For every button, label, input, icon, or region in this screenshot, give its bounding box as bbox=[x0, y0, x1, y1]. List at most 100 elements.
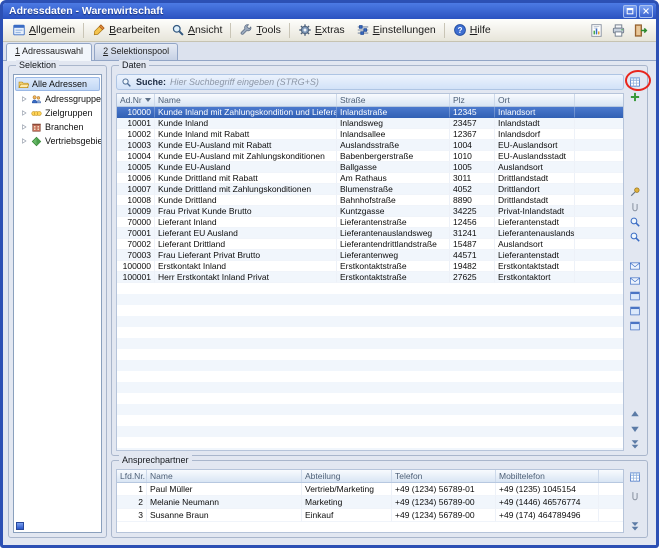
column-header-abteilung[interactable]: Abteilung bbox=[302, 470, 392, 482]
cell-strasse: Lieferantenweg bbox=[337, 250, 450, 261]
menu-item-label: Extras bbox=[315, 24, 345, 36]
strip-button-double-down-icon[interactable] bbox=[628, 437, 642, 450]
titlebar[interactable]: Adressdaten - Warenwirtschaft bbox=[3, 3, 656, 19]
address-row[interactable]: 70002Lieferant DrittlandLieferantendritt… bbox=[117, 239, 623, 250]
address-row[interactable]: 70003Frau Lieferant Privat BruttoLiefera… bbox=[117, 250, 623, 261]
address-row[interactable]: 70000Lieferant InlandLieferantenstraße12… bbox=[117, 217, 623, 228]
cell-plz: 12456 bbox=[450, 217, 495, 228]
address-row[interactable]: 10005Kunde EU-AuslandBallgasse1005Auslan… bbox=[117, 162, 623, 173]
column-header-plz[interactable]: Plz bbox=[450, 94, 495, 106]
strip-button-pin-icon[interactable] bbox=[628, 185, 642, 198]
cell-filler bbox=[575, 118, 623, 129]
strip-button-zoom-icon[interactable] bbox=[628, 215, 642, 228]
menu-item-label: Ansicht bbox=[188, 24, 222, 36]
address-row[interactable]: 10008Kunde DrittlandBahnhofstraße8890Dri… bbox=[117, 195, 623, 206]
address-row[interactable]: 100000Erstkontakt InlandErstkontaktstraß… bbox=[117, 261, 623, 272]
grid-icon bbox=[629, 76, 641, 88]
contact-row[interactable]: 3Susanne BraunEinkauf+49 (1234) 56789-00… bbox=[117, 509, 623, 522]
report-icon bbox=[589, 23, 604, 38]
menu-item-tools[interactable]: Tools bbox=[234, 21, 286, 39]
address-row[interactable]: 10003Kunde EU-Ausland mit RabattAuslands… bbox=[117, 140, 623, 151]
menu-item-extras[interactable]: Extras bbox=[293, 21, 350, 39]
address-row[interactable]: 100001Herr Erstkontakt Inland PrivatErst… bbox=[117, 272, 623, 283]
selection-panel-title: Selektion bbox=[16, 60, 59, 71]
strip-button-mail-icon[interactable] bbox=[628, 274, 642, 287]
address-row[interactable]: 10001Kunde InlandInlandsweg23457Inlandst… bbox=[117, 118, 623, 129]
strip-button-up-icon[interactable] bbox=[628, 407, 642, 420]
strip-button-add-icon[interactable] bbox=[628, 90, 642, 103]
address-row[interactable]: 10009Frau Privat Kunde BruttoKuntzgasse3… bbox=[117, 206, 623, 217]
strip-button-zoom-icon[interactable] bbox=[628, 230, 642, 243]
address-row[interactable]: 10006Kunde Drittland mit RabattAm Rathau… bbox=[117, 173, 623, 184]
column-header-ad-nr[interactable]: Ad.Nr bbox=[117, 94, 155, 106]
address-row[interactable]: 10002Kunde Inland mit RabattInlandsallee… bbox=[117, 129, 623, 140]
strip-button-grid-icon[interactable] bbox=[628, 75, 642, 88]
column-header-name[interactable]: Name bbox=[155, 94, 337, 106]
window-restore-button[interactable] bbox=[623, 5, 637, 18]
contact-row[interactable]: 1Paul MüllerVertrieb/Marketing+49 (1234)… bbox=[117, 483, 623, 496]
column-header-name[interactable]: Name bbox=[147, 470, 302, 482]
menu-item-hilfe[interactable]: ?Hilfe bbox=[448, 21, 496, 39]
toolbar-button-print-icon[interactable] bbox=[609, 21, 628, 40]
mail-icon bbox=[629, 260, 641, 272]
cell-plz: 31241 bbox=[450, 228, 495, 239]
tree-grip bbox=[16, 522, 24, 530]
up-icon bbox=[629, 408, 641, 420]
cell-abteilung: Vertrieb/Marketing bbox=[302, 483, 392, 496]
mail-icon bbox=[629, 275, 641, 287]
window-close-button[interactable] bbox=[639, 5, 653, 18]
cell-name: Kunde EU-Ausland mit Zahlungskonditionen bbox=[155, 151, 337, 162]
menu-item-einstellungen[interactable]: Einstellungen bbox=[351, 21, 441, 39]
column-header-stra-e[interactable]: Straße bbox=[337, 94, 450, 106]
cell-nr: 1 bbox=[117, 483, 147, 496]
tree-item-vertriebsgebiete[interactable]: Vertriebsgebiete bbox=[14, 134, 101, 148]
window-icon bbox=[629, 320, 641, 332]
cell-ort: Lieferantenstadt bbox=[495, 217, 575, 228]
address-row[interactable]: 10004Kunde EU-Ausland mit Zahlungskondit… bbox=[117, 151, 623, 162]
strip-button-grid-icon[interactable] bbox=[628, 470, 642, 483]
contact-row[interactable]: 2Melanie NeumannMarketing+49 (1234) 5678… bbox=[117, 496, 623, 509]
strip-button-window-icon[interactable] bbox=[628, 319, 642, 332]
tree-item-branchen[interactable]: Branchen bbox=[14, 120, 101, 134]
strip-button-down-icon[interactable] bbox=[628, 422, 642, 435]
menu-item-allgemein[interactable]: Allgemein bbox=[7, 21, 80, 39]
data-panel: Daten Suche: Hier Suchbegriff eingeben (… bbox=[111, 65, 648, 456]
tree-item-zielgruppen[interactable]: Zielgruppen bbox=[14, 106, 101, 120]
form-icon bbox=[12, 23, 26, 37]
strip-button-window-icon[interactable] bbox=[628, 304, 642, 317]
cell-name: Lieferant Inland bbox=[155, 217, 337, 228]
address-row[interactable]: 10000Kunde Inland mit Zahlungskondition … bbox=[117, 107, 623, 118]
strip-button-mail-icon[interactable] bbox=[628, 259, 642, 272]
cell-ort: Erstkontaktort bbox=[495, 272, 575, 283]
contacts-left-column: Lfd.Nr.NameAbteilungTelefonMobiltelefon … bbox=[116, 469, 624, 533]
cell-telefon: +49 (1234) 56789-00 bbox=[392, 509, 496, 522]
column-header-telefon[interactable]: Telefon bbox=[392, 470, 496, 482]
address-row[interactable]: 10007Kunde Drittland mit Zahlungskonditi… bbox=[117, 184, 623, 195]
strip-button-double-down-icon[interactable] bbox=[628, 519, 642, 532]
tab-1-adressauswahl[interactable]: 1 Adressauswahl bbox=[6, 43, 92, 61]
tree-children: AdressgruppenZielgruppenBranchenVertrieb… bbox=[14, 92, 101, 148]
menu-item-ansicht[interactable]: Ansicht bbox=[166, 21, 227, 39]
toolbar-button-exit-icon[interactable] bbox=[631, 21, 650, 40]
column-header-mobiltelefon[interactable]: Mobiltelefon bbox=[496, 470, 599, 482]
column-header-label: Abteilung bbox=[305, 471, 340, 481]
search-input[interactable]: Suche: Hier Suchbegriff eingeben (STRG+S… bbox=[116, 74, 624, 90]
tree-item-adressgruppen[interactable]: Adressgruppen bbox=[14, 92, 101, 106]
data-zone: Suche: Hier Suchbegriff eingeben (STRG+S… bbox=[116, 74, 643, 451]
strip-button-clip-icon[interactable] bbox=[628, 489, 642, 502]
column-header-ort[interactable]: Ort bbox=[495, 94, 575, 106]
tab-2-selektionspool[interactable]: 2 Selektionspool bbox=[94, 43, 178, 60]
cell-name: Kunde Inland bbox=[155, 118, 337, 129]
toolbar-button-report-icon[interactable] bbox=[587, 21, 606, 40]
menu-item-bearbeiten[interactable]: Bearbeiten bbox=[87, 21, 165, 39]
strip-button-clip-icon[interactable] bbox=[628, 200, 642, 213]
tree-item-alle-adressen[interactable]: Alle Adressen bbox=[15, 77, 100, 91]
cell-nr: 10003 bbox=[117, 140, 155, 151]
address-row[interactable]: 70001Lieferant EU AuslandLieferantenausl… bbox=[117, 228, 623, 239]
column-header-lfd-nr[interactable]: Lfd.Nr. bbox=[117, 470, 147, 482]
selection-panel: Selektion Alle AdressenAdressgruppenZiel… bbox=[8, 65, 107, 538]
strip-button-window-icon[interactable] bbox=[628, 289, 642, 302]
cell-nr: 10006 bbox=[117, 173, 155, 184]
cell-name: Lieferant Drittland bbox=[155, 239, 337, 250]
cell-plz: 1004 bbox=[450, 140, 495, 151]
